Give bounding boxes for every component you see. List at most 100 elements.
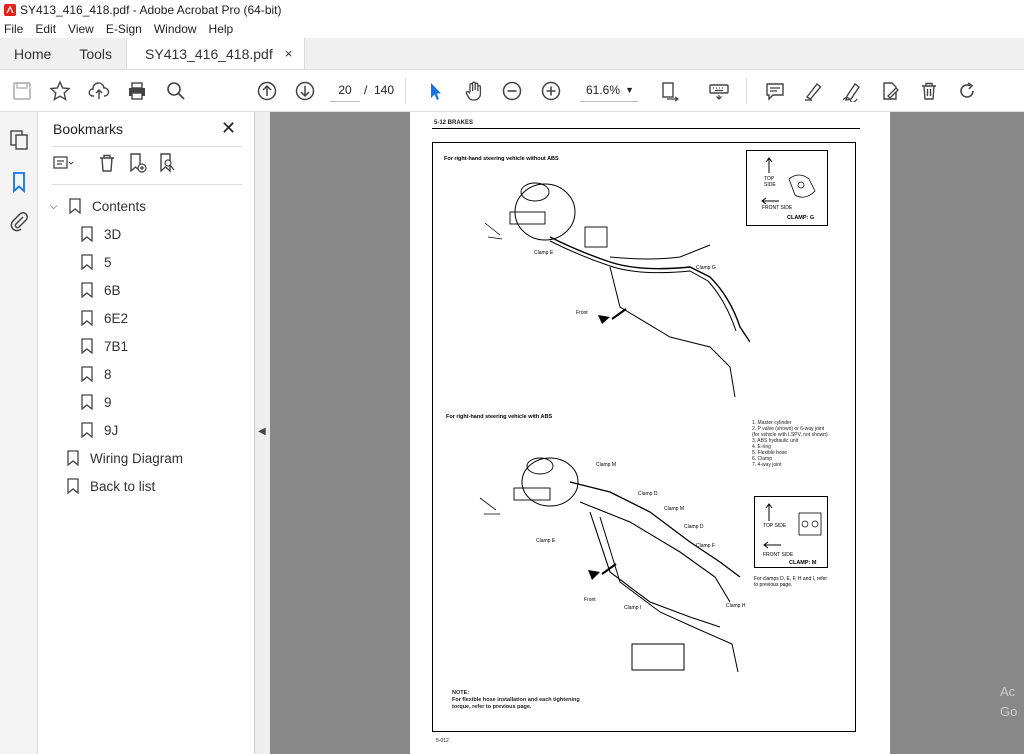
menu-view[interactable]: View <box>68 22 94 36</box>
bookmark-icon <box>81 366 93 382</box>
save-icon[interactable] <box>10 79 34 103</box>
divider <box>52 184 242 185</box>
comment-icon[interactable] <box>763 79 787 103</box>
brake-line-diagram-no-abs <box>484 182 750 398</box>
sign-pen-icon[interactable] <box>840 79 864 103</box>
tab-close-button[interactable]: × <box>285 46 293 61</box>
note-body: For flexible hose installation and each … <box>452 697 580 710</box>
page-total: 140 <box>374 83 395 97</box>
bookmark-label: 9J <box>104 422 119 438</box>
bookmark-label: 3D <box>104 226 122 242</box>
zoom-search-icon[interactable] <box>164 79 188 103</box>
collapse-panel-icon[interactable]: ◀ <box>258 426 266 437</box>
bookmark-icon <box>81 338 93 354</box>
bookmark-item-6e2[interactable]: 6E2 <box>80 306 128 330</box>
label-front-top: Front <box>576 310 588 316</box>
highlighter-icon[interactable] <box>801 79 825 103</box>
clamp-reference-note: For clamps D, E, F, H and I, refer to pr… <box>754 576 828 588</box>
bookmark-label: 8 <box>104 366 112 382</box>
zoom-out-icon[interactable] <box>500 79 524 103</box>
bookmark-item-contents[interactable]: ⌵ Contents <box>50 194 146 218</box>
divider <box>52 146 242 147</box>
document-viewer[interactable]: 5-12 BRAKES For right-hand steering vehi… <box>270 112 1024 754</box>
bookmark-item-5[interactable]: 5 <box>80 250 112 274</box>
bookmark-options-icon[interactable] <box>52 152 74 174</box>
clamp-g-drawing <box>761 157 816 205</box>
tab-home[interactable]: Home <box>0 38 65 69</box>
find-bookmark-icon[interactable] <box>156 152 178 174</box>
delete-bookmark-icon[interactable] <box>96 152 118 174</box>
bookmark-item-3d[interactable]: 3D <box>80 222 121 246</box>
tab-bar: Home Tools SY413_416_418.pdf × <box>0 38 1024 70</box>
bookmark-label: 7B1 <box>104 338 129 354</box>
bookmark-label: 6E2 <box>104 310 129 326</box>
chevron-down-icon[interactable]: ⌵ <box>50 201 64 212</box>
bookmark-item-8[interactable]: 8 <box>80 362 112 386</box>
bookmark-icon <box>69 198 81 214</box>
header-rule <box>432 128 860 129</box>
chevron-down-icon: ▼ <box>625 85 634 95</box>
bookmark-icon <box>81 310 93 326</box>
zoom-value: 61.6% <box>586 83 621 97</box>
toolbar <box>0 70 1024 112</box>
bookmark-label: 5 <box>104 254 112 270</box>
label-clamp-e-bottom: Clamp E <box>536 538 556 544</box>
bookmark-icon <box>67 478 79 494</box>
tab-document[interactable]: SY413_416_418.pdf × <box>126 38 306 69</box>
installation-note: NOTE: For flexible hose installation and… <box>452 690 582 711</box>
tab-document-label: SY413_416_418.pdf <box>145 45 273 62</box>
watermark-line: Ac <box>1000 684 1016 699</box>
bookmark-label: 6B <box>104 282 121 298</box>
attachment-icon[interactable] <box>8 210 30 232</box>
next-page-icon[interactable] <box>293 79 317 103</box>
bookmark-panel-icon[interactable] <box>8 171 30 193</box>
page-number-input[interactable]: 20 <box>330 78 360 102</box>
hand-tool-icon[interactable] <box>462 79 486 103</box>
bookmark-icon <box>67 450 79 466</box>
legend-item: 7. 4-way joint <box>752 462 782 468</box>
bookmark-item-wiring-diagram[interactable]: Wiring Diagram <box>66 446 183 470</box>
bookmark-item-9j[interactable]: 9J <box>80 418 118 442</box>
acrobat-logo-icon <box>4 4 16 16</box>
toolbar-divider <box>746 78 747 104</box>
bookmark-item-back-to-list[interactable]: Back to list <box>66 474 155 498</box>
zoom-in-icon[interactable] <box>539 79 563 103</box>
bookmark-label: Contents <box>92 198 147 214</box>
print-icon[interactable] <box>125 79 149 103</box>
zoom-select[interactable]: 61.6% ▼ <box>580 78 638 102</box>
keyboard-icon[interactable] <box>707 79 731 103</box>
label-clamp-g: Clamp G <box>696 265 716 271</box>
bookmark-item-7b1[interactable]: 7B1 <box>80 334 128 358</box>
star-icon[interactable] <box>48 79 72 103</box>
label-clamp-h: Clamp H <box>726 603 746 609</box>
pdf-page: 5-12 BRAKES For right-hand steering vehi… <box>410 112 890 754</box>
bookmarks-title: Bookmarks <box>53 121 124 137</box>
tab-tools[interactable]: Tools <box>65 38 126 69</box>
cloud-upload-icon[interactable] <box>87 79 111 103</box>
menu-help[interactable]: Help <box>209 22 234 36</box>
fit-page-icon[interactable] <box>658 79 682 103</box>
label-clamp-e-top: Clamp E <box>534 250 554 256</box>
new-bookmark-icon[interactable] <box>126 152 148 174</box>
rotate-icon[interactable] <box>955 79 979 103</box>
clamp-m-detail: TOP SIDE FRONT SIDE CLAMP: M <box>754 496 828 568</box>
navigation-rail <box>0 112 38 754</box>
menu-file[interactable]: File <box>4 22 23 36</box>
close-panel-button[interactable]: ✕ <box>221 118 236 139</box>
trash-icon[interactable] <box>917 79 941 103</box>
bookmark-item-9[interactable]: 9 <box>80 390 112 414</box>
menu-edit[interactable]: Edit <box>35 22 56 36</box>
previous-page-icon[interactable] <box>255 79 279 103</box>
bookmark-item-6b[interactable]: 6B <box>80 278 121 302</box>
menu-esign[interactable]: E-Sign <box>106 22 142 36</box>
page-thumbnails-icon[interactable] <box>8 129 30 151</box>
toolbar-divider <box>405 78 406 104</box>
menu-window[interactable]: Window <box>154 22 197 36</box>
page-footer: 5-012 <box>436 738 449 744</box>
edit-document-icon[interactable] <box>878 79 902 103</box>
label-front-bottom: Front <box>584 597 596 603</box>
panel-splitter[interactable]: ◀ <box>255 112 270 754</box>
label-clamp-m-1: Clamp M <box>596 462 617 468</box>
select-cursor-icon[interactable] <box>423 79 447 103</box>
label-clamp-m-2: Clamp M <box>664 506 685 512</box>
